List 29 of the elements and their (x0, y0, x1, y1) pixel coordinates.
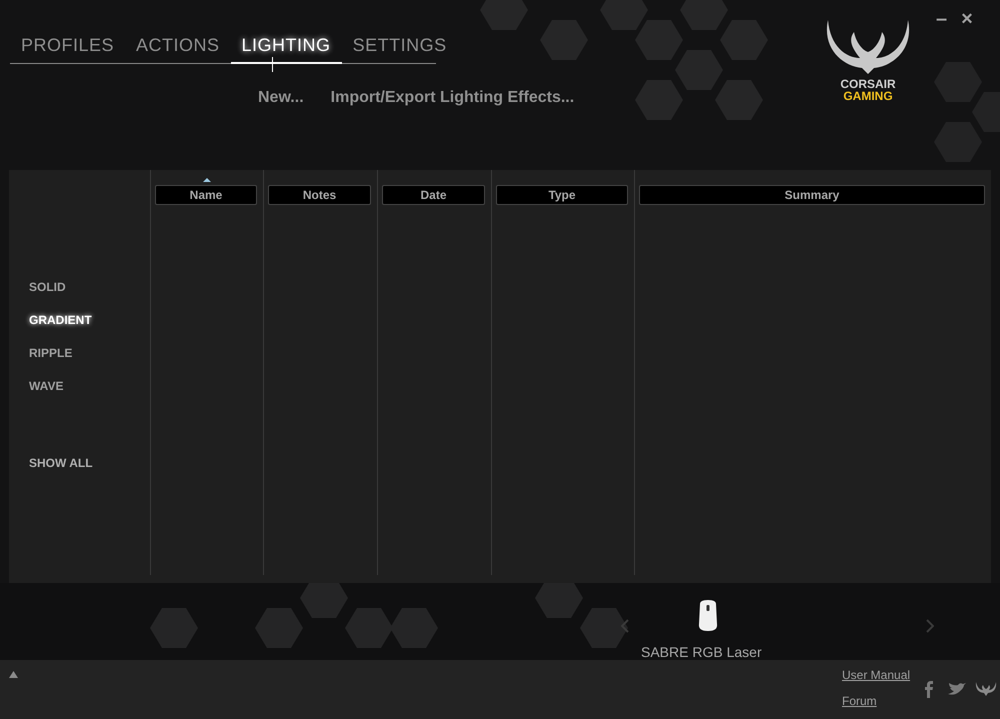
column-header[interactable]: Notes (268, 185, 371, 205)
up-arrow-icon[interactable] (9, 671, 18, 678)
bird-icon[interactable] (948, 683, 966, 696)
dragon-logo-icon[interactable] (975, 682, 997, 696)
effect-filter[interactable]: RIPPLE (29, 344, 72, 363)
effect-filter[interactable]: SOLID (29, 278, 66, 297)
column-header[interactable]: Date (382, 185, 485, 205)
tab[interactable]: SETTINGS (342, 32, 458, 63)
mouse-icon[interactable] (697, 600, 719, 632)
tab[interactable]: ACTIONS (125, 32, 231, 63)
column-header[interactable]: Name (155, 185, 257, 205)
minimize-button[interactable]: – (936, 8, 948, 30)
column-header[interactable]: Summary (639, 185, 985, 205)
effect-filter[interactable]: GRADIENT (29, 311, 92, 330)
brand-name: CORSAIR (840, 78, 896, 90)
show-all-filter[interactable]: SHOW ALL (29, 454, 93, 472)
close-button[interactable]: × (961, 8, 973, 30)
effect-filter[interactable]: WAVE (29, 377, 64, 396)
device-name: SABRE RGB Laser (641, 644, 762, 660)
footer-link[interactable]: Forum (842, 694, 877, 708)
brand-subtitle: GAMING (843, 90, 893, 102)
toolbar-link[interactable]: Import/Export Lighting Effects... (330, 86, 574, 110)
footer-link[interactable]: User Manual (842, 668, 910, 682)
toolbar-link[interactable]: New... (258, 86, 304, 110)
facebook-icon[interactable] (924, 681, 933, 698)
sort-arrow-icon (203, 178, 211, 182)
tab[interactable]: PROFILES (10, 32, 126, 63)
column-header[interactable]: Type (496, 185, 628, 205)
tab[interactable]: LIGHTING (230, 32, 342, 64)
